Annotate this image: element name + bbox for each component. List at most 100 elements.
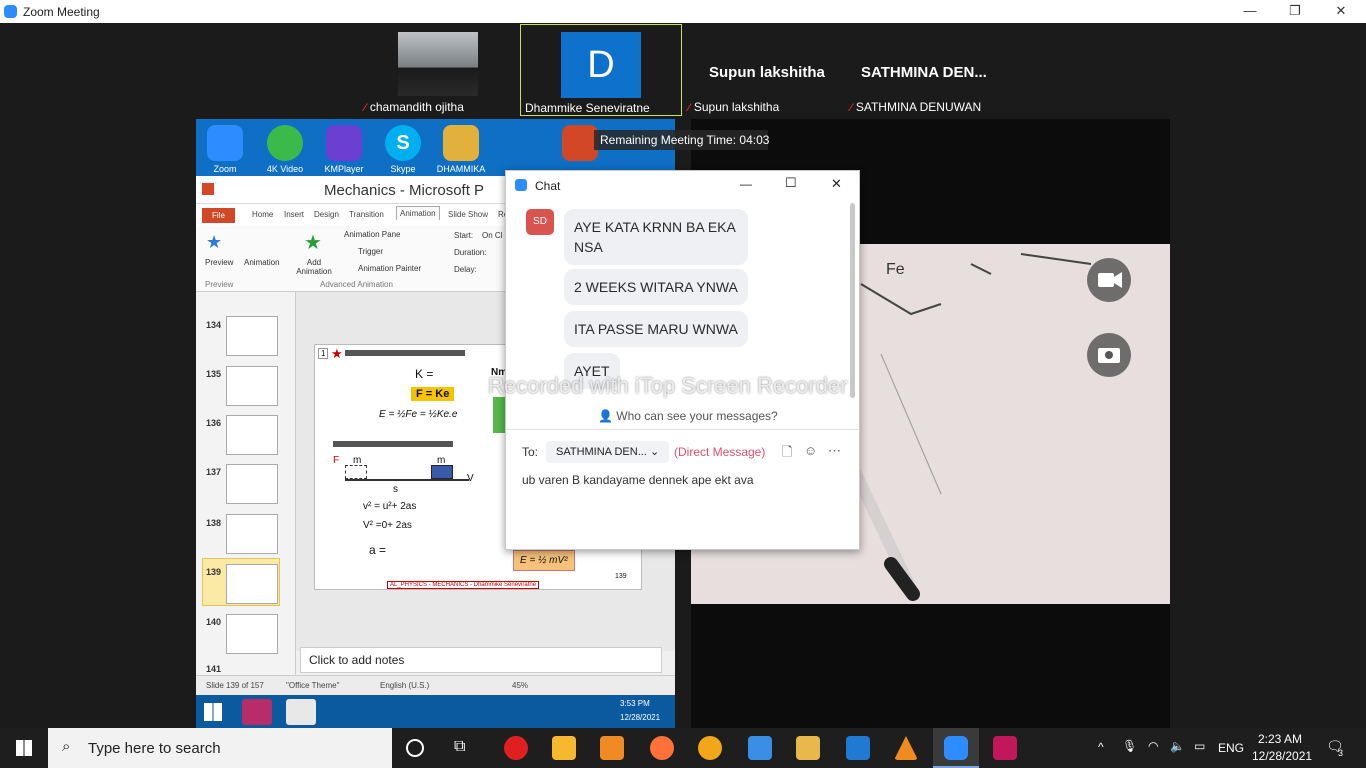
cortana-icon[interactable] [406,739,424,757]
chat-input[interactable]: ub varen B kandayame dennek ape ekt ava [522,473,842,487]
desktop-icon-kmplayer[interactable]: KMPlayer [315,125,373,174]
recipient-dropdown[interactable]: SATHMINA DEN... ⌄ [546,441,670,463]
desktop-icon-skype[interactable]: S Skype [374,125,432,174]
privacy-link[interactable]: 👤 Who can see your messages? [598,409,778,423]
chat-minimize-button[interactable]: — [740,177,752,191]
folder-icon [443,125,479,161]
thumb-number: 137 [206,467,222,477]
participant-name: Supun lakshitha [693,100,780,114]
tab-file[interactable]: File [202,208,235,223]
recorder-app-icon[interactable] [242,699,272,725]
desktop-icon-zoom[interactable]: Zoom [196,125,254,174]
language-indicator[interactable]: ENG [1218,741,1244,755]
brave-icon[interactable] [698,736,722,760]
desktop-icon-label: 4K Video [266,164,304,174]
participant-tile-active[interactable]: D Dhammike Seneviratne [520,24,682,116]
anim-marker: 1 [318,348,329,359]
animation-pane-button[interactable]: Animation Pane [344,230,400,239]
participant-video [398,32,478,96]
slide-thumbnail[interactable] [226,614,278,654]
participant-tile[interactable]: Supun lakshitha ⁄ Supun lakshitha [686,24,841,116]
windows-start-icon[interactable] [16,740,32,756]
emoji-icon[interactable]: ☺ [804,443,817,458]
restore-button[interactable]: ❐ [1285,3,1305,19]
battery-icon[interactable]: ▭ [1194,739,1205,753]
video-app-icon[interactable] [846,736,870,760]
powerpoint-icon [562,125,598,161]
tab-slideshow[interactable]: Slide Show [448,210,488,219]
slide-thumbnail-selected[interactable] [226,564,278,604]
tray-chevron-icon[interactable]: ^ [1098,740,1104,754]
v-equation-2: V² =0+ 2as [363,520,412,531]
wifi-icon[interactable]: ◠ [1148,739,1158,753]
clock-date[interactable]: 12/28/2021 [1252,749,1312,763]
duration-label: Duration: [454,248,487,257]
tab-transition[interactable]: Transition [349,210,384,219]
windows-start-icon[interactable] [204,703,222,721]
opera-icon[interactable] [504,736,528,760]
camera-view-bottom [691,604,1170,728]
screen-recorder-icon[interactable] [993,736,1017,760]
window-title: Zoom Meeting [23,5,100,19]
trigger-button[interactable]: Trigger [358,247,383,256]
participant-tile[interactable]: ⁄ chamandith ojitha [360,24,515,116]
slide-thumbnail[interactable] [226,316,278,356]
tab-animation[interactable]: Animation [396,206,440,220]
mail-icon[interactable] [748,736,772,760]
taskbar-search[interactable]: ⌕ Type here to search [48,728,392,768]
close-button[interactable]: ✕ [1331,3,1351,19]
preview-button[interactable]: Preview [205,258,233,267]
desktop-icon-folder[interactable]: DHAMMIKA [432,125,490,174]
zoom-level[interactable]: 45% [512,681,528,690]
file-explorer-icon[interactable] [796,736,820,760]
tab-design[interactable]: Design [314,210,339,219]
animation-button[interactable]: Animation [244,258,280,267]
minimize-button[interactable]: — [1240,3,1260,18]
firefox-icon[interactable] [650,736,674,760]
slide-thumbnail[interactable] [226,415,278,455]
kinetic-energy-equation: E = ½ mV² [513,550,575,571]
start-select[interactable]: On Cl [482,231,502,240]
participant-tile[interactable]: SATHMINA DEN... ⁄ SATHMINA DENUWAN [846,24,1011,116]
title-bar: Zoom Meeting — ❐ ✕ [0,0,1366,23]
slide-thumbnail[interactable] [226,464,278,504]
slide-thumbnail[interactable] [226,514,278,554]
animation-painter-button[interactable]: Animation Painter [358,264,421,273]
tab-home[interactable]: Home [252,210,273,219]
powerpoint-taskbar-icon[interactable] [286,699,316,725]
task-view-icon[interactable]: ⧉ [454,738,465,756]
chat-header: Chat — ☐ ✕ [506,171,859,199]
ppt-title: Mechanics - Microsoft P [324,182,485,199]
file-icon[interactable]: 🗋 [782,443,792,465]
app-icon[interactable] [600,736,624,760]
chat-maximize-button[interactable]: ☐ [785,175,797,191]
force-label: F [333,455,340,466]
chat-divider [506,429,859,430]
muted-mic-icon: ⁄ [364,102,366,114]
clock-time[interactable]: 2:23 AM [1258,732,1302,746]
chat-scrollbar[interactable] [850,203,855,398]
more-options-icon[interactable]: ⋯ [828,443,841,459]
chat-close-button[interactable]: ✕ [831,176,842,192]
microphone-icon[interactable]: 🎙 [1122,739,1137,753]
switch-camera-button[interactable] [1087,333,1131,377]
volume-icon[interactable]: 🔈 [1170,739,1185,753]
desktop-icon-4kvideo[interactable]: 4K Video [256,125,314,174]
star-icon: ★ [331,346,343,361]
stop-video-button[interactable] [1087,258,1131,302]
start-label: Start: [454,231,474,240]
vlc-icon[interactable] [894,736,918,760]
zoom-taskbar-active[interactable] [933,728,979,768]
tab-insert[interactable]: Insert [284,210,304,219]
thumb-number: 136 [206,418,222,428]
add-animation-button[interactable]: Add Animation [292,258,336,276]
thumb-number: 141 [206,664,222,674]
notes-pane[interactable]: Click to add notes [300,647,662,673]
store-icon[interactable] [552,736,576,760]
sender-avatar: SD [526,209,554,235]
slide-thumbnail[interactable] [226,366,278,406]
heading-bar [345,350,465,356]
slide-page-number: 139 [615,573,627,580]
search-icon: ⌕ [62,738,71,755]
zoom-icon [944,736,968,760]
